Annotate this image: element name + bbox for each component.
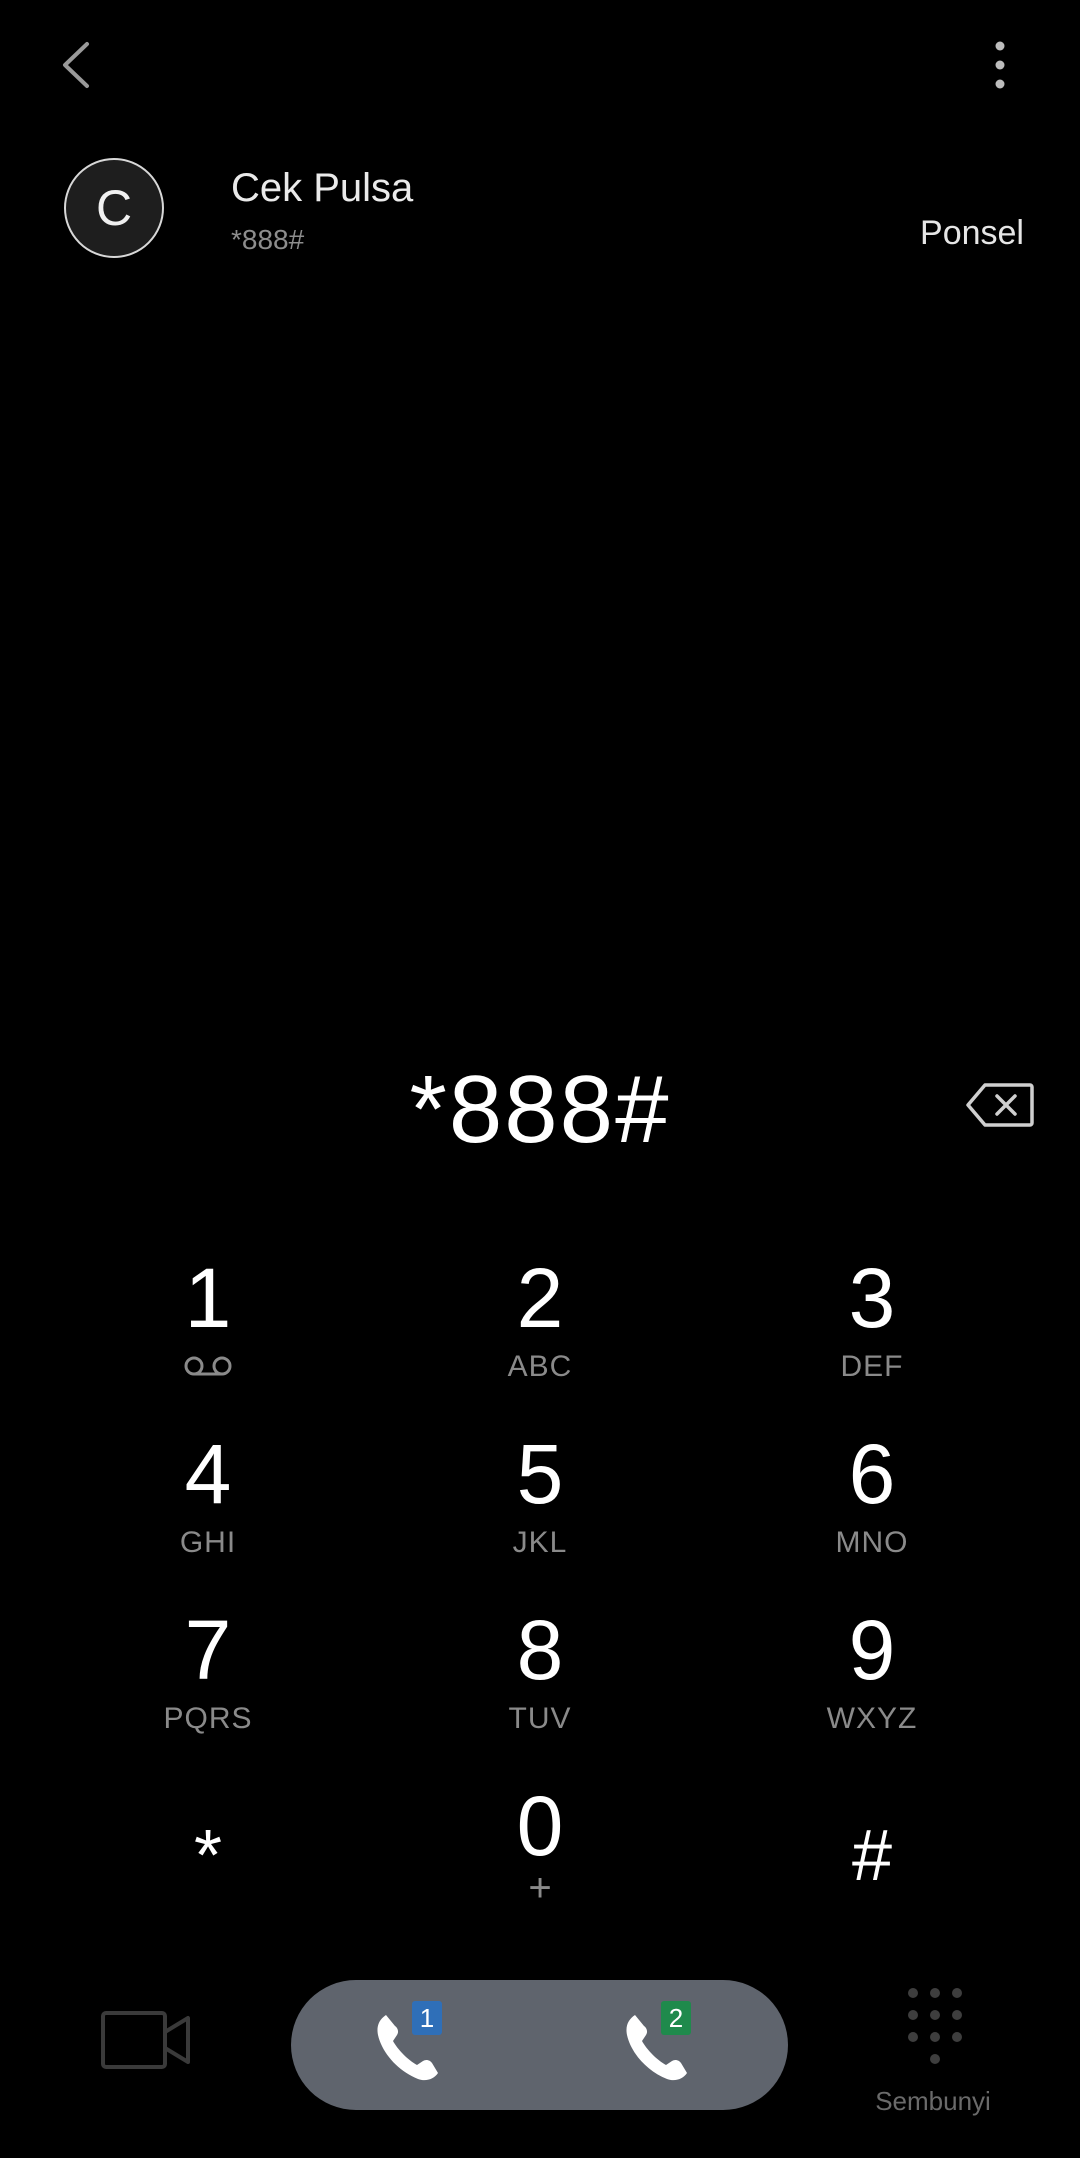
key-digit: 2 xyxy=(516,1251,564,1345)
key-digit: 7 xyxy=(184,1603,232,1697)
key-3[interactable]: 3 DEF xyxy=(752,1252,992,1422)
dialed-number-display[interactable]: *888# xyxy=(0,1055,1080,1165)
sim2-label: 2 xyxy=(669,2003,683,2033)
call-sim2-button[interactable]: 2 xyxy=(599,1985,719,2105)
key-hash[interactable]: # xyxy=(752,1780,992,1950)
key-0[interactable]: 0 + xyxy=(420,1780,660,1950)
call-buttons-pill: 1 2 xyxy=(291,1980,788,2110)
key-6[interactable]: 6 MNO xyxy=(752,1428,992,1598)
sim1-label: 1 xyxy=(420,2003,434,2033)
key-digit: 8 xyxy=(516,1603,564,1697)
phone-icon: 2 xyxy=(626,2001,691,2081)
key-digit: 6 xyxy=(848,1427,896,1521)
contact-suggestion[interactable]: C Cek Pulsa *888# Ponsel xyxy=(0,150,1080,280)
phone-icon: 1 xyxy=(377,2001,442,2081)
key-digit: 1 xyxy=(184,1251,232,1345)
more-options-button[interactable] xyxy=(965,30,1035,100)
call-sim1-button[interactable]: 1 xyxy=(350,1985,470,2105)
key-letters: MNO xyxy=(835,1526,909,1559)
key-digit: 0 xyxy=(516,1779,564,1873)
key-letters: TUV xyxy=(508,1702,572,1735)
more-vertical-icon xyxy=(995,41,1005,89)
key-star[interactable]: * xyxy=(88,1780,328,1950)
contact-number: *888# xyxy=(231,224,305,255)
key-letters: ABC xyxy=(507,1350,573,1383)
key-1[interactable]: 1 xyxy=(88,1252,328,1422)
key-9[interactable]: 9 WXYZ xyxy=(752,1604,992,1774)
keypad-grid-icon xyxy=(908,1988,962,2064)
video-camera-icon xyxy=(101,2011,190,2069)
hide-keypad-label: Sembunyi xyxy=(875,2086,991,2116)
key-letters: + xyxy=(528,1866,552,1910)
key-letters: PQRS xyxy=(163,1702,253,1735)
chevron-left-icon xyxy=(63,42,89,88)
key-5[interactable]: 5 JKL xyxy=(420,1428,660,1598)
back-button[interactable] xyxy=(40,30,110,100)
key-digit: 4 xyxy=(184,1427,232,1521)
key-digit: 5 xyxy=(516,1427,564,1521)
contact-name: Cek Pulsa xyxy=(231,166,414,210)
contact-number-type: Ponsel xyxy=(920,214,1024,252)
avatar: C xyxy=(64,158,164,258)
backspace-button[interactable] xyxy=(960,1075,1040,1135)
key-letters: GHI xyxy=(179,1526,237,1559)
key-7[interactable]: 7 PQRS xyxy=(88,1604,328,1774)
key-letters: WXYZ xyxy=(826,1702,918,1735)
key-digit: 3 xyxy=(848,1251,896,1345)
voicemail-icon xyxy=(184,1356,232,1376)
key-letters: JKL xyxy=(512,1526,568,1559)
key-digit: # xyxy=(851,1816,893,1896)
key-letters: DEF xyxy=(840,1350,904,1383)
key-digit: * xyxy=(193,1816,223,1896)
backspace-icon xyxy=(966,1083,1034,1127)
key-2[interactable]: 2 ABC xyxy=(420,1252,660,1422)
key-8[interactable]: 8 TUV xyxy=(420,1604,660,1774)
key-digit: 9 xyxy=(848,1603,896,1697)
key-4[interactable]: 4 GHI xyxy=(88,1428,328,1598)
video-call-button[interactable] xyxy=(100,2010,192,2080)
